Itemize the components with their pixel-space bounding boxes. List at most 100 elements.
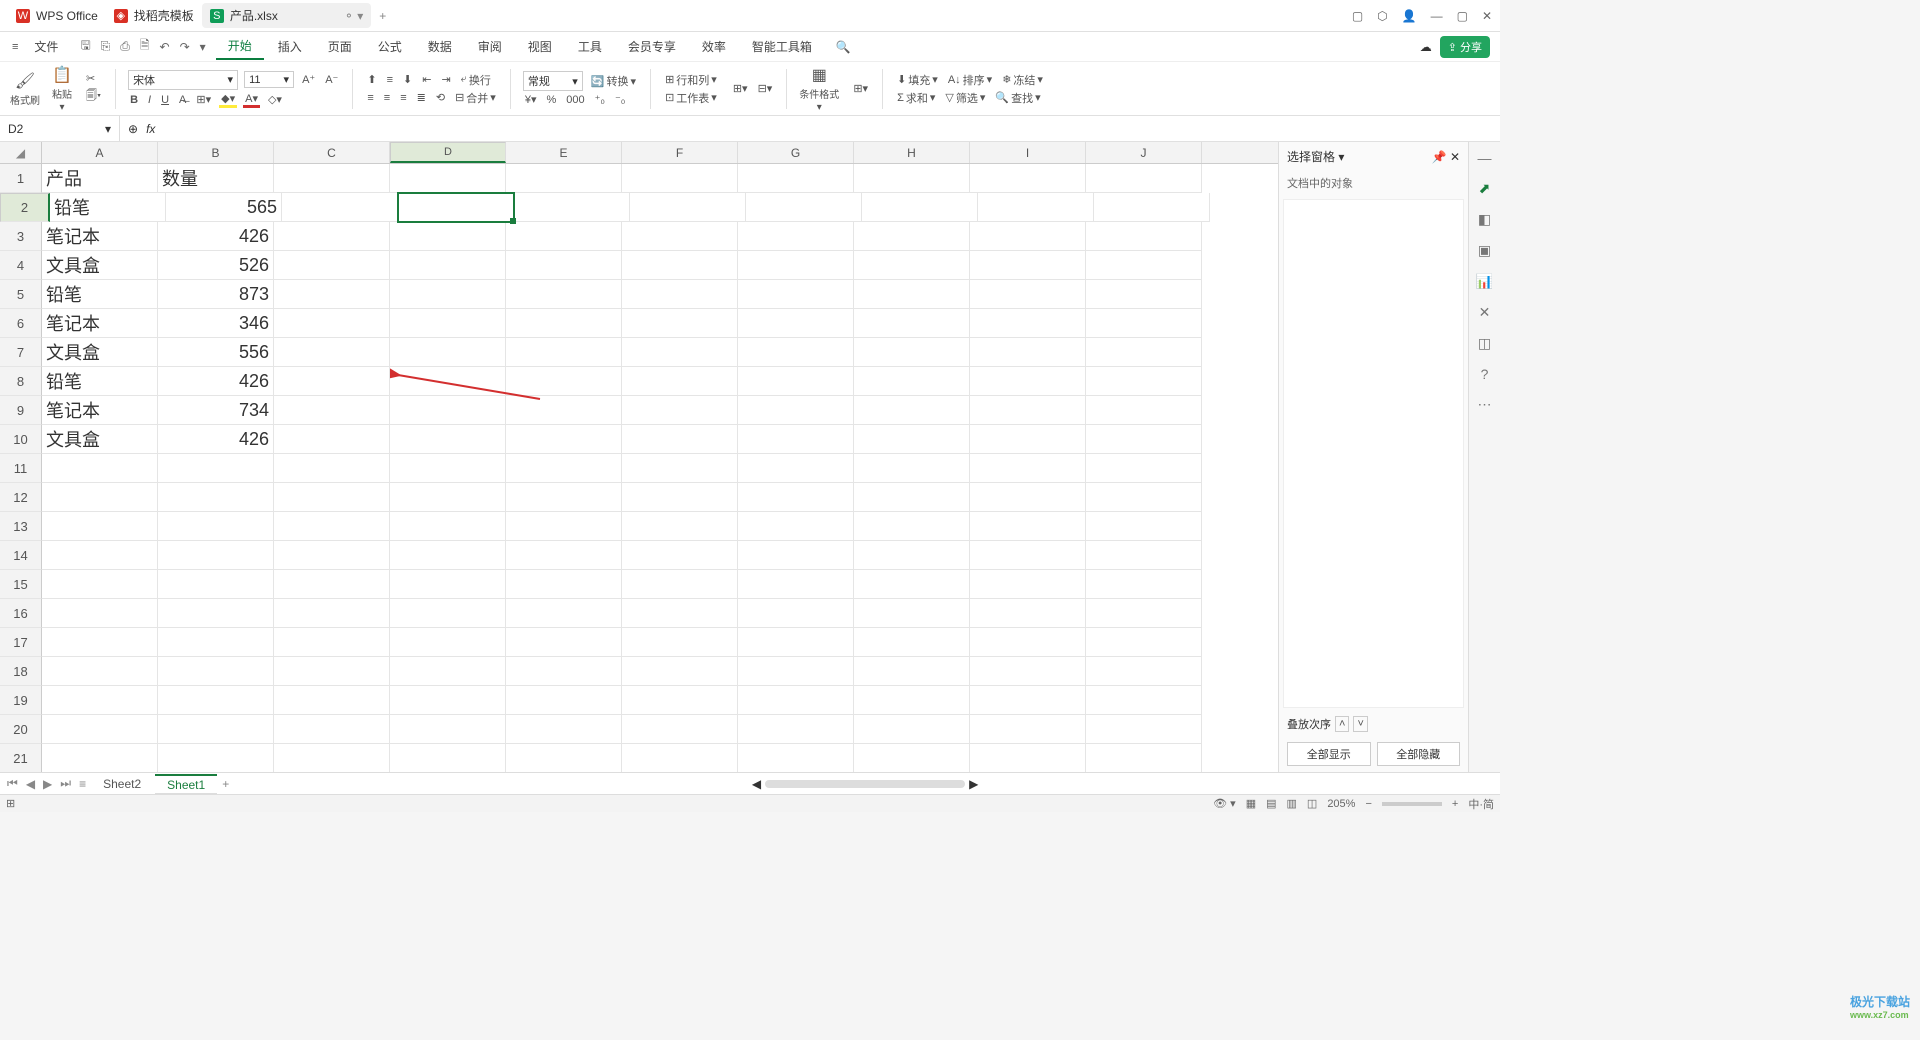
fx-label[interactable]: fx: [146, 122, 155, 136]
font-family-select[interactable]: 宋体▾: [128, 70, 238, 90]
cell[interactable]: [1086, 425, 1202, 454]
strike-icon[interactable]: A̶: [177, 94, 188, 106]
cell[interactable]: [622, 309, 738, 338]
row-header[interactable]: 13: [0, 512, 42, 541]
redo-icon[interactable]: ↷: [180, 40, 190, 54]
row-header[interactable]: 15: [0, 570, 42, 599]
horizontal-scrollbar[interactable]: ◀▶: [234, 777, 1496, 791]
col-header-G[interactable]: G: [738, 142, 854, 163]
col-header-F[interactable]: F: [622, 142, 738, 163]
font-color-icon[interactable]: A▾: [243, 92, 260, 108]
undo-icon[interactable]: ↶: [160, 40, 170, 54]
view-break-icon[interactable]: ▥: [1287, 797, 1297, 810]
cell[interactable]: [274, 657, 390, 686]
insert-cells-icon[interactable]: ⊞▾: [731, 82, 750, 95]
cell[interactable]: [1086, 309, 1202, 338]
underline-icon[interactable]: U: [159, 94, 171, 106]
cell[interactable]: [622, 454, 738, 483]
cell[interactable]: [1086, 251, 1202, 280]
cell[interactable]: [738, 686, 854, 715]
cell[interactable]: [390, 686, 506, 715]
cell[interactable]: [738, 744, 854, 772]
cell[interactable]: [274, 222, 390, 251]
cell[interactable]: [622, 541, 738, 570]
save-icon[interactable]: 🖫: [80, 36, 90, 57]
cell[interactable]: [970, 628, 1086, 657]
cell[interactable]: [1086, 512, 1202, 541]
cell[interactable]: [738, 657, 854, 686]
cell[interactable]: [274, 686, 390, 715]
cell[interactable]: [738, 715, 854, 744]
cell[interactable]: [1086, 570, 1202, 599]
cell[interactable]: 文具盒: [42, 338, 158, 367]
col-header-J[interactable]: J: [1086, 142, 1202, 163]
increase-font-icon[interactable]: A⁺: [300, 73, 317, 86]
settings-icon[interactable]: ✕: [1479, 304, 1491, 321]
cell[interactable]: [506, 599, 622, 628]
cell[interactable]: [42, 628, 158, 657]
cell[interactable]: 笔记本: [42, 222, 158, 251]
cell[interactable]: [738, 628, 854, 657]
fill-button[interactable]: ⬇ 填充▾: [895, 72, 940, 88]
cell[interactable]: [42, 483, 158, 512]
bold-icon[interactable]: B: [128, 94, 140, 106]
show-all-button[interactable]: 全部显示: [1287, 742, 1371, 766]
cell[interactable]: [862, 193, 978, 222]
cell[interactable]: [970, 338, 1086, 367]
cell[interactable]: [854, 541, 970, 570]
sum-button[interactable]: Σ 求和▾: [895, 90, 937, 106]
sheet-nav-last-icon[interactable]: ⏭: [57, 776, 74, 791]
cell[interactable]: [970, 425, 1086, 454]
style-icon[interactable]: ▣: [1478, 242, 1491, 259]
align-left-icon[interactable]: ≡: [365, 92, 375, 104]
indent-inc-icon[interactable]: ⇥: [439, 73, 452, 86]
zoom-lens-icon[interactable]: ⊕: [128, 122, 138, 136]
sort-button[interactable]: A↓ 排序▾: [946, 72, 994, 88]
cell[interactable]: [970, 744, 1086, 772]
cell[interactable]: [42, 744, 158, 772]
cond-format-button[interactable]: ▦条件格式▾: [799, 65, 839, 113]
close-pane-icon[interactable]: ✕: [1450, 150, 1460, 164]
cell[interactable]: [978, 193, 1094, 222]
cell[interactable]: [622, 425, 738, 454]
cell[interactable]: [1086, 222, 1202, 251]
font-size-select[interactable]: 11▾: [244, 71, 294, 88]
cell[interactable]: [854, 396, 970, 425]
cell[interactable]: [622, 512, 738, 541]
minimize-icon[interactable]: —: [1431, 9, 1443, 23]
row-header[interactable]: 21: [0, 744, 42, 772]
preview-icon[interactable]: 🗎: [140, 36, 150, 57]
cell[interactable]: [738, 222, 854, 251]
cell[interactable]: [274, 338, 390, 367]
maximize-icon[interactable]: ▢: [1457, 9, 1468, 23]
cell[interactable]: 734: [158, 396, 274, 425]
col-header-C[interactable]: C: [274, 142, 390, 163]
align-center-icon[interactable]: ≡: [382, 92, 392, 104]
cell[interactable]: [970, 541, 1086, 570]
cell[interactable]: [390, 570, 506, 599]
cell[interactable]: [390, 628, 506, 657]
zoom-in-icon[interactable]: +: [1452, 798, 1458, 810]
view-normal-icon[interactable]: ▦: [1246, 797, 1256, 810]
format-painter-button[interactable]: 🖌格式刷: [10, 71, 40, 107]
cell[interactable]: [274, 367, 390, 396]
convert-button[interactable]: 🔄 转换▾: [589, 73, 638, 89]
cell[interactable]: 426: [158, 222, 274, 251]
cell[interactable]: [970, 657, 1086, 686]
cell[interactable]: [282, 193, 398, 222]
cell[interactable]: [1086, 367, 1202, 396]
view-page-icon[interactable]: ▤: [1266, 797, 1276, 810]
cell[interactable]: [1086, 744, 1202, 772]
cell[interactable]: [970, 454, 1086, 483]
doc-tab-file[interactable]: S产品.xlsx⚬ ▾: [202, 3, 371, 28]
col-header-D[interactable]: D: [390, 142, 506, 163]
cell[interactable]: [274, 164, 390, 193]
cell[interactable]: [854, 483, 970, 512]
row-header[interactable]: 12: [0, 483, 42, 512]
col-header-I[interactable]: I: [970, 142, 1086, 163]
tab-page[interactable]: 页面: [316, 34, 364, 59]
col-header-B[interactable]: B: [158, 142, 274, 163]
cell[interactable]: [738, 425, 854, 454]
cell[interactable]: [622, 657, 738, 686]
cell[interactable]: [738, 570, 854, 599]
